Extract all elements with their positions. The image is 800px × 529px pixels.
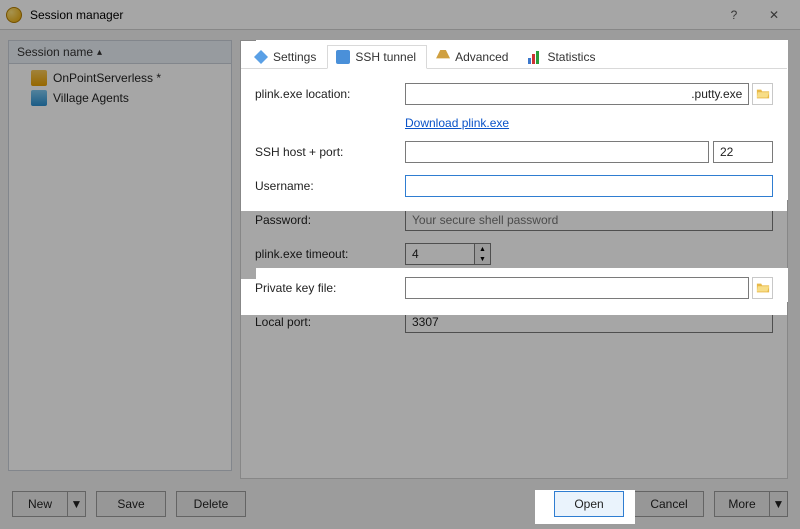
session-panel: Session name ▴ OnPointServerless * Villa… [0,30,240,479]
row-ssh-host: SSH host + port: [255,137,773,167]
help-button[interactable]: ? [714,0,754,30]
tab-bar: Settings SSH tunnel Advanced Statistics [241,41,787,69]
timeout-label: plink.exe timeout: [255,247,405,261]
footer: New ▼ Save Delete Open Cancel More ▼ [0,479,800,529]
row-username: Username: [255,171,773,201]
plink-location-input[interactable] [405,83,749,105]
row-timeout: plink.exe timeout: ▲ ▼ [255,239,773,269]
app-icon [6,7,22,23]
tab-ssh-tunnel[interactable]: SSH tunnel [327,45,427,69]
private-key-input[interactable] [405,277,749,299]
username-input[interactable] [405,175,773,197]
ssh-tunnel-form: plink.exe location: Download plink.exe [241,69,787,351]
title-bar: Session manager ? ✕ [0,0,800,30]
ssh-host-input[interactable] [405,141,709,163]
row-password: Password: [255,205,773,235]
shield-icon [336,50,350,64]
private-key-label: Private key file: [255,281,405,295]
row-local-port: Local port: [255,307,773,337]
session-header-label: Session name [17,45,93,59]
delete-button[interactable]: Delete [176,491,246,517]
timeout-spinner[interactable]: ▲ ▼ [475,243,491,265]
row-download-link: Download plink.exe [255,113,773,133]
local-port-label: Local port: [255,315,405,329]
session-item[interactable]: Village Agents [9,88,231,108]
wrench-icon [436,50,450,64]
download-plink-link[interactable]: Download plink.exe [405,116,509,130]
session-item[interactable]: OnPointServerless * [9,68,231,88]
wrench-icon [254,50,268,64]
window-title: Session manager [30,8,714,22]
ssh-host-label: SSH host + port: [255,145,405,159]
browse-private-key-button[interactable] [752,277,773,299]
sort-asc-icon: ▴ [97,47,102,58]
spin-up-icon[interactable]: ▲ [475,244,490,254]
session-item-label: Village Agents [53,91,129,105]
session-list-header[interactable]: Session name ▴ [8,40,232,64]
close-button[interactable]: ✕ [754,0,794,30]
cancel-button[interactable]: Cancel [634,491,704,517]
tab-label: SSH tunnel [355,50,416,64]
local-port-input[interactable] [405,311,773,333]
new-dropdown[interactable]: ▼ [68,491,86,517]
folder-open-icon [756,281,770,295]
username-label: Username: [255,179,405,193]
open-button[interactable]: Open [554,491,624,517]
session-item-label: OnPointServerless * [53,71,161,85]
session-list: OnPointServerless * Village Agents [8,64,232,471]
tab-settings[interactable]: Settings [245,45,327,69]
row-private-key: Private key file: [255,273,773,303]
tab-advanced[interactable]: Advanced [427,45,519,69]
more-button-group: More ▼ [714,491,788,517]
folder-open-icon [756,87,770,101]
bar-chart-icon [528,50,542,64]
more-button[interactable]: More [714,491,770,517]
password-input[interactable] [405,209,773,231]
row-plink-location: plink.exe location: [255,79,773,109]
browse-plink-button[interactable] [752,83,773,105]
password-label: Password: [255,213,405,227]
ssh-port-input[interactable] [713,141,773,163]
tab-label: Advanced [455,50,508,64]
server-icon [31,90,47,106]
tab-statistics[interactable]: Statistics [519,45,606,69]
save-button[interactable]: Save [96,491,166,517]
tab-label: Statistics [547,50,595,64]
database-icon [31,70,47,86]
timeout-input[interactable] [405,243,475,265]
plink-location-label: plink.exe location: [255,87,405,101]
new-button[interactable]: New [12,491,68,517]
tab-label: Settings [273,50,316,64]
spin-down-icon[interactable]: ▼ [475,254,490,264]
more-dropdown[interactable]: ▼ [770,491,788,517]
new-button-group: New ▼ [12,491,86,517]
